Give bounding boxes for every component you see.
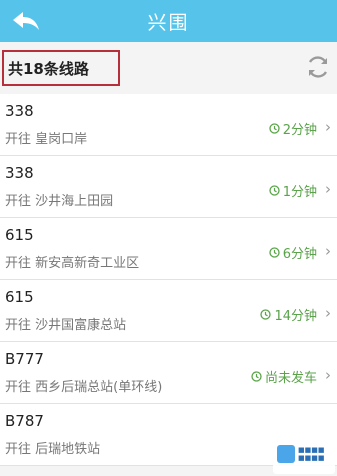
route-destination: 开往 皇岗口岸 xyxy=(5,132,88,147)
route-destination: 开往 西乡后瑞总站(单环线) xyxy=(5,380,163,395)
eta-status: 尚未发车 xyxy=(251,367,317,386)
route-destination: 开往 新安高新奇工业区 xyxy=(5,256,140,271)
watermark-icon xyxy=(277,445,295,463)
route-number: 338 xyxy=(5,102,34,120)
eta-status: 2分钟 xyxy=(269,119,317,138)
summary-bar: 共18条线路 xyxy=(0,42,337,94)
page-title: 兴围 xyxy=(147,11,190,34)
top-bar: 兴围 xyxy=(0,0,337,42)
watermark-text: ■■■■ ■■■■ xyxy=(298,446,325,462)
watermark-logo: ■■■■ ■■■■ xyxy=(273,434,335,474)
chevron-right-icon: › xyxy=(325,304,331,322)
eta-text: 1分钟 xyxy=(282,185,317,200)
chevron-right-icon: › xyxy=(325,242,331,260)
clock-icon xyxy=(269,185,280,196)
eta-status: 1分钟 xyxy=(269,181,317,200)
chevron-right-icon: › xyxy=(325,180,331,198)
route-row[interactable]: 338 开往 皇岗口岸 2分钟 › xyxy=(0,94,337,156)
route-row[interactable]: 615 开往 沙井国富康总站 14分钟 › xyxy=(0,280,337,342)
eta-status: 6分钟 xyxy=(269,243,317,262)
route-number: B787 xyxy=(5,412,44,430)
route-destination: 开往 后瑞地铁站 xyxy=(5,442,101,457)
clock-icon xyxy=(269,123,280,134)
route-row[interactable]: 338 开往 沙井海上田园 1分钟 › xyxy=(0,156,337,218)
route-number: B777 xyxy=(5,350,44,368)
clock-icon xyxy=(269,247,280,258)
eta-status: 14分钟 xyxy=(260,305,317,324)
route-number: 338 xyxy=(5,164,34,182)
eta-text: 14分钟 xyxy=(274,309,317,324)
route-destination: 开往 沙井国富康总站 xyxy=(5,318,127,333)
eta-text: 尚未发车 xyxy=(264,371,317,386)
route-list: 338 开往 皇岗口岸 2分钟 › 338 开往 沙井海上田园 1分钟 › 615 开往 新安高新… xyxy=(0,94,337,466)
refresh-icon[interactable] xyxy=(305,54,331,80)
back-button[interactable] xyxy=(8,6,44,36)
route-number: 615 xyxy=(5,226,34,244)
clock-icon xyxy=(251,371,262,382)
route-row[interactable]: 615 开往 新安高新奇工业区 6分钟 › xyxy=(0,218,337,280)
route-count-box: 共18条线路 xyxy=(2,50,120,86)
chevron-right-icon: › xyxy=(325,118,331,136)
route-destination: 开往 沙井海上田园 xyxy=(5,194,114,209)
route-number: 615 xyxy=(5,288,34,306)
route-row[interactable]: B777 开往 西乡后瑞总站(单环线) 尚未发车 › xyxy=(0,342,337,404)
clock-icon xyxy=(260,309,272,320)
back-arrow-icon xyxy=(13,12,39,30)
chevron-right-icon: › xyxy=(325,366,331,384)
eta-text: 6分钟 xyxy=(282,247,317,262)
eta-text: 2分钟 xyxy=(282,123,317,138)
route-count-label: 共18条线路 xyxy=(8,59,89,78)
